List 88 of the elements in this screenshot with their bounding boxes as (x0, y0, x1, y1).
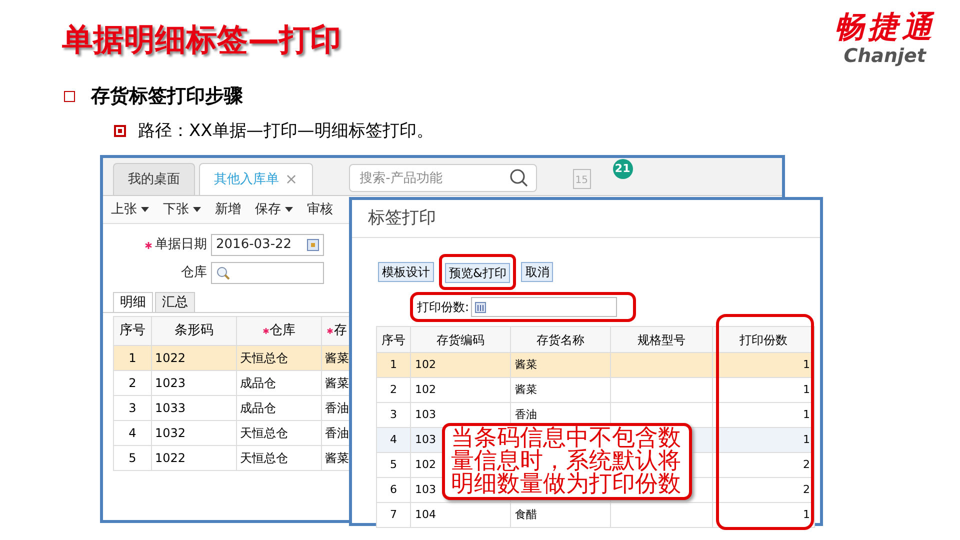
search-field[interactable]: 搜索-产品功能 (348, 164, 537, 192)
table-cell: 酱菜 (325, 351, 349, 365)
table-cell: 香油 (325, 401, 349, 415)
table-cell: 5 (390, 458, 397, 471)
table-cell: 3 (128, 401, 136, 415)
table-cell: 1033 (155, 401, 186, 415)
table-cell: 1023 (155, 376, 186, 390)
table-cell: 102 (415, 458, 436, 471)
tab[interactable]: 汇总 (155, 292, 195, 312)
table-cell: 成品仓 (240, 376, 276, 390)
table-cell: 酱菜 (325, 451, 349, 465)
toolbar-button[interactable]: 上张 (111, 200, 149, 220)
table-cell: 1022 (155, 451, 186, 465)
field-label: 单据日期 (155, 236, 207, 254)
bullet-icon (114, 125, 126, 138)
dialog-button[interactable]: 取消 (521, 262, 554, 282)
table-cell: 102 (415, 382, 436, 396)
table-cell: 1022 (155, 351, 186, 365)
dialog-button[interactable]: 预览&打印 (445, 263, 510, 283)
column-header: 序号 (120, 322, 146, 340)
table-cell: 5 (128, 451, 136, 465)
table-cell: 4 (128, 426, 136, 440)
table-cell: 1 (803, 508, 810, 521)
table-cell: 103 (415, 482, 436, 496)
logo-wordmark: 畅捷通 (834, 10, 936, 46)
table-cell: 1 (390, 358, 397, 371)
column-header: 条形码 (174, 322, 214, 340)
column-header: 存货名称 (536, 332, 584, 346)
dialog-title: 标签打印 (368, 206, 436, 230)
bullet-text: 存货标签打印步骤 (91, 84, 243, 109)
table-row[interactable]: 7 104 食醋 1 (376, 502, 814, 528)
table-cell: 酱菜 (515, 382, 537, 396)
search-icon[interactable] (216, 266, 230, 280)
table-cell: 2 (803, 482, 810, 496)
table-cell: 2 (128, 376, 136, 390)
table-cell: 酱菜 (515, 358, 537, 371)
table-cell: 2 (803, 458, 810, 471)
callout-note: 当条码信息中不包含数量信息时，系统默认将明细数量做为打印份数 (442, 423, 692, 500)
table-row[interactable]: 1 102 酱菜 1 (376, 352, 814, 378)
logo-subtitle: Chanjet (844, 46, 926, 66)
input-field[interactable] (471, 297, 618, 317)
table-cell: 104 (415, 508, 436, 521)
table-cell: 1 (803, 432, 810, 446)
table-cell: 天恒总仓 (240, 451, 288, 465)
input-field[interactable]: 2016-03-22 (211, 234, 324, 256)
column-header: 规格型号 (638, 332, 686, 346)
table-cell: 6 (390, 482, 397, 496)
table-cell: 1 (803, 382, 810, 396)
column-header: 序号 (382, 332, 406, 346)
input-field[interactable] (211, 262, 324, 284)
column-header: 打印份数 (740, 332, 788, 346)
toolbar-button[interactable]: 保存 (255, 200, 293, 220)
table-cell: 香油 (325, 426, 349, 440)
table-cell: 1 (128, 351, 136, 365)
field-label: 打印份数: (417, 299, 470, 316)
column-header: 仓库 (270, 322, 296, 340)
column-header: 存 (334, 322, 347, 340)
table-cell: 2 (390, 382, 397, 396)
bullet-icon (64, 90, 75, 102)
table-cell: 103 (415, 408, 436, 421)
table-cell: 102 (415, 358, 436, 371)
table-cell: 香油 (515, 408, 537, 421)
field-label: 仓库 (181, 264, 207, 282)
table-cell: 酱菜 (325, 376, 349, 390)
table-cell: 天恒总仓 (240, 351, 288, 365)
table-cell: 成品仓 (240, 401, 276, 415)
table-cell: 天恒总仓 (240, 426, 288, 440)
table-row[interactable]: 2 102 酱菜 1 (376, 378, 814, 402)
bullet-text: 路径：XX单据—打印—明细标签打印。 (138, 120, 434, 142)
tab[interactable]: 明细 (113, 292, 153, 312)
table-cell: 7 (390, 508, 397, 521)
table-cell: 1032 (155, 426, 186, 440)
toolbar-button[interactable]: 审核 (307, 200, 333, 220)
search-icon[interactable] (508, 168, 529, 188)
calculator-icon[interactable] (475, 302, 486, 312)
dialog-button[interactable]: 模板设计 (378, 262, 434, 282)
table-cell: 食醋 (515, 508, 537, 521)
table-cell: 4 (390, 432, 397, 446)
table-cell: 1 (803, 358, 810, 371)
toolbar-button[interactable]: 新增 (215, 200, 241, 220)
tab[interactable]: 我的桌面 (113, 163, 195, 195)
table-cell: 103 (415, 432, 436, 446)
table-cell: 1 (803, 408, 810, 421)
column-header: 存货编码 (436, 332, 484, 346)
toolbar-button[interactable]: 下张 (163, 200, 201, 220)
calendar-icon[interactable] (307, 239, 319, 251)
slide-title: 单据明细标签—打印 (62, 21, 341, 60)
table-cell: 3 (390, 408, 397, 421)
